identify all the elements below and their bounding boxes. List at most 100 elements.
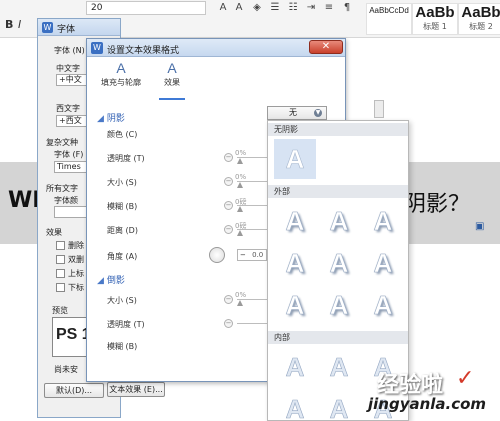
shadow-preset-inner[interactable]: A xyxy=(274,389,316,420)
angle-dial[interactable] xyxy=(209,247,225,263)
slider-thumb[interactable] xyxy=(237,300,243,306)
shadow-size-label: 大小 (S) xyxy=(107,178,137,187)
shadow-preset-inner[interactable]: A xyxy=(318,347,360,387)
shadow-preset-outer[interactable]: A xyxy=(362,243,404,283)
default-button[interactable]: 默认(D)... xyxy=(44,383,104,398)
shadow-preset-outer[interactable]: A xyxy=(362,285,404,325)
style-preview-normal[interactable]: AaBbCcDd xyxy=(366,3,412,35)
bold-button[interactable]: B xyxy=(5,18,13,31)
scrollbar-thumb[interactable] xyxy=(374,100,384,118)
italic-button[interactable]: I xyxy=(18,18,21,31)
shadow-preset-outer[interactable]: A xyxy=(274,243,316,283)
indent-icon[interactable]: ⇥ xyxy=(304,1,318,15)
collapse-arrow-icon: ◢ xyxy=(97,276,104,286)
gallery-group-header: 无阴影 xyxy=(268,123,408,136)
bullet-list-icon[interactable]: ☰ xyxy=(268,1,282,15)
font-size-box[interactable]: 20 xyxy=(86,1,206,15)
font-dialog-titlebar: W 字体 xyxy=(38,19,120,36)
complex-script-label: 复杂文种 xyxy=(46,138,78,147)
reflection-transparency-label: 透明度 (T) xyxy=(107,320,145,329)
slider-thumb[interactable] xyxy=(237,182,243,188)
font-not-installed-note: 尚未安 xyxy=(54,365,78,374)
tab-effects[interactable]: A 效果 xyxy=(159,60,185,100)
shadow-angle-label: 角度 (A) xyxy=(107,252,138,261)
shadow-section-header[interactable]: ◢ 阴影 xyxy=(97,111,125,124)
shadow-distance-label: 距离 (D) xyxy=(107,226,138,235)
watermark-url: jingyanla.com xyxy=(368,395,487,413)
slider-thumb[interactable] xyxy=(237,158,243,164)
wps-logo-icon: W xyxy=(91,42,103,54)
decrease-button[interactable]: − xyxy=(224,177,233,186)
shadow-preset-inner[interactable]: A xyxy=(318,389,360,420)
shadow-color-label: 颜色 (C) xyxy=(107,130,138,139)
western-font-label: 西文字 xyxy=(56,104,80,113)
shadow-preset-none[interactable]: A xyxy=(274,139,316,179)
shadow-preset-outer[interactable]: A xyxy=(318,201,360,241)
font-grow-icon[interactable]: A xyxy=(216,1,230,15)
angle-value: 0.0 xyxy=(252,251,264,259)
gallery-group-header: 外部 xyxy=(268,185,408,198)
slider-value: 0% xyxy=(235,291,247,299)
shadow-preset-outer[interactable]: A xyxy=(318,285,360,325)
decrease-button[interactable]: − xyxy=(224,295,233,304)
text-effects-title: 设置文本效果格式 xyxy=(107,46,180,56)
close-button[interactable]: ✕ xyxy=(309,40,343,54)
shadow-preset-outer[interactable]: A xyxy=(318,243,360,283)
watermark-check-icon: ✓ xyxy=(456,366,475,391)
subscript-checkbox[interactable] xyxy=(56,283,65,292)
collapse-arrow-icon: ◢ xyxy=(97,114,104,124)
slider-value: 0% xyxy=(235,149,247,157)
slider-value: 0% xyxy=(235,173,247,181)
shadow-preset-value: 无 xyxy=(289,108,297,117)
document-text-left: WI xyxy=(8,188,41,213)
gallery-group-header: 内部 xyxy=(268,331,408,344)
tab-effects-label: 效果 xyxy=(164,78,180,87)
wps-logo-icon: W xyxy=(42,22,53,33)
text-effects-button[interactable]: 文本效果 (E)... xyxy=(107,382,165,397)
style-preview-caption: 标题 1 xyxy=(423,22,447,31)
font-color-label: 字体颜 xyxy=(54,196,78,205)
all-text-label: 所有文字 xyxy=(46,184,78,193)
shadow-preset-outer[interactable]: A xyxy=(274,201,316,241)
style-preview-heading1[interactable]: AaBb 标题 1 xyxy=(412,3,458,35)
double-strike-label: 双删 xyxy=(68,255,84,264)
document-text-right: 阴影？ xyxy=(404,192,471,217)
shadow-section-title: 阴影 xyxy=(106,114,125,124)
strikethrough-label: 删除 xyxy=(68,241,84,250)
sort-icon[interactable]: ≡ xyxy=(322,1,336,15)
reflection-section-header[interactable]: ◢ 倒影 xyxy=(97,273,125,286)
complex-font-label: 字体 (F) xyxy=(54,150,84,159)
shadow-transparency-label: 透明度 (T) xyxy=(107,154,145,163)
minus-icon[interactable]: − xyxy=(240,251,246,259)
angle-input[interactable]: − 0.0 xyxy=(237,249,267,261)
decrease-button[interactable]: − xyxy=(224,225,233,234)
clear-format-icon[interactable]: ◈ xyxy=(250,1,264,15)
slider-thumb[interactable] xyxy=(237,230,243,236)
reflection-transparency-slider[interactable] xyxy=(237,323,269,324)
chinese-font-label: 中文字 xyxy=(56,64,80,73)
shadow-preset-outer[interactable]: A xyxy=(362,201,404,241)
style-preview-text: AaBbCcDd xyxy=(369,6,409,15)
shadow-preset-inner[interactable]: A xyxy=(274,347,316,387)
decrease-button[interactable]: − xyxy=(224,153,233,162)
decrease-button[interactable]: − xyxy=(224,319,233,328)
decrease-button[interactable]: − xyxy=(224,201,233,210)
superscript-label: 上标 xyxy=(68,269,84,278)
subscript-label: 下标 xyxy=(68,283,84,292)
shadow-preset-outer[interactable]: A xyxy=(274,285,316,325)
tab-fill-outline[interactable]: A 填充与轮廓 xyxy=(93,60,149,100)
style-preview-heading2[interactable]: AaBb 标题 2 xyxy=(458,3,500,35)
number-list-icon[interactable]: ☷ xyxy=(286,1,300,15)
shadow-preset-dropdown[interactable]: 无 ▼ xyxy=(267,106,327,120)
effects-label: 效果 xyxy=(46,228,62,237)
paste-options-icon[interactable]: ▣ xyxy=(475,221,485,232)
effects-icon: A xyxy=(167,60,177,76)
slider-thumb[interactable] xyxy=(237,206,243,212)
font-shrink-icon[interactable]: A xyxy=(232,1,246,15)
strikethrough-checkbox[interactable] xyxy=(56,241,65,250)
reflection-section-title: 倒影 xyxy=(106,276,125,286)
superscript-checkbox[interactable] xyxy=(56,269,65,278)
fill-outline-icon: A xyxy=(116,60,126,76)
double-strike-checkbox[interactable] xyxy=(56,255,65,264)
paragraph-icon[interactable]: ¶ xyxy=(340,1,354,15)
